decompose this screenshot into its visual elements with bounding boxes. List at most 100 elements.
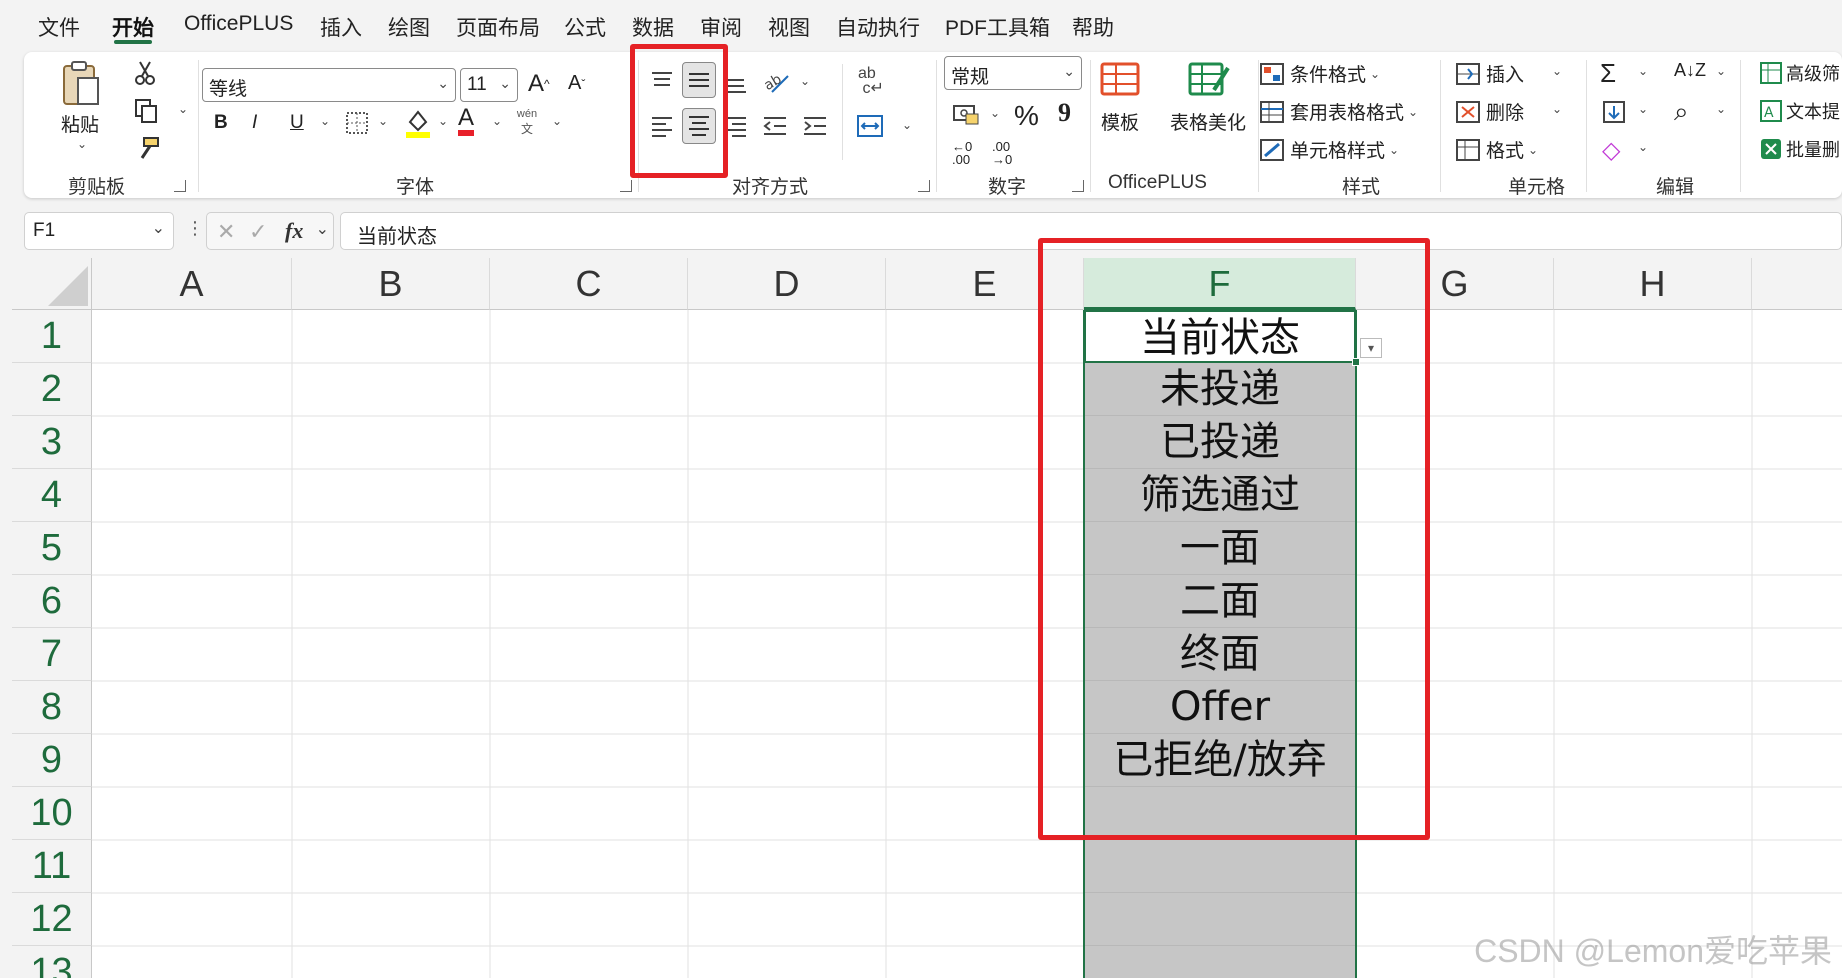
conditional-format-button[interactable]: 条件格式 ⌄: [1260, 60, 1380, 87]
tab-officeplus[interactable]: OfficePLUS: [184, 12, 293, 36]
advanced-filter-button[interactable]: 高级筛: [1760, 60, 1840, 86]
underline-button[interactable]: U: [290, 112, 304, 134]
copy-icon[interactable]: [134, 98, 160, 124]
bold-button[interactable]: B: [214, 112, 228, 134]
column-header-d[interactable]: D: [688, 258, 886, 310]
increase-decimal-button[interactable]: ←0 .00: [952, 140, 982, 166]
fill-color-icon[interactable]: [404, 106, 432, 140]
autosum-dropdown-icon[interactable]: ⌄: [1638, 64, 1648, 78]
font-name-select[interactable]: 等线 ⌄: [202, 68, 456, 102]
row-header-8[interactable]: 8: [12, 681, 92, 734]
insert-cells-button[interactable]: 插入: [1456, 60, 1524, 87]
format-painter-icon[interactable]: [134, 136, 160, 162]
row-header-4[interactable]: 4: [12, 469, 92, 522]
increase-indent-icon[interactable]: [802, 114, 828, 138]
format-cells-button[interactable]: 格式 ⌄: [1456, 136, 1538, 163]
accounting-format-icon[interactable]: [952, 102, 980, 126]
fill-color-dropdown-icon[interactable]: ⌄: [438, 114, 448, 128]
alignment-launcher-icon[interactable]: [918, 180, 930, 192]
border-icon[interactable]: [344, 110, 370, 136]
text-extract-button[interactable]: A 文本提: [1760, 98, 1840, 124]
row-header-6[interactable]: 6: [12, 575, 92, 628]
tab-pdf-toolbox[interactable]: PDF工具箱: [945, 12, 1050, 42]
row-header-13[interactable]: 13: [12, 946, 92, 978]
batch-delete-button[interactable]: 批量删: [1760, 136, 1840, 162]
tab-page-layout[interactable]: 页面布局: [456, 12, 540, 42]
tab-help[interactable]: 帮助: [1072, 12, 1114, 42]
cell-f13[interactable]: [1084, 946, 1356, 978]
number-launcher-icon[interactable]: [1072, 180, 1084, 192]
row-header-1[interactable]: 1: [12, 310, 92, 363]
row-header-12[interactable]: 12: [12, 893, 92, 946]
fill-down-icon[interactable]: [1602, 100, 1626, 124]
sort-filter-button[interactable]: A↓Z: [1674, 60, 1706, 81]
clear-button[interactable]: ◇: [1602, 136, 1620, 165]
row-header-7[interactable]: 7: [12, 628, 92, 681]
select-all-button[interactable]: [12, 258, 92, 310]
row-header-9[interactable]: 9: [12, 734, 92, 787]
column-header-c[interactable]: C: [490, 258, 688, 310]
decrease-indent-icon[interactable]: [762, 114, 788, 138]
clipboard-launcher-icon[interactable]: [174, 180, 186, 192]
comma-style-button[interactable]: 9: [1058, 98, 1071, 128]
row-header-10[interactable]: 10: [12, 787, 92, 840]
tab-draw[interactable]: 绘图: [388, 12, 430, 42]
insert-function-button[interactable]: fx: [285, 218, 303, 244]
shrink-font-button[interactable]: Aˇ: [568, 72, 585, 95]
orientation-dropdown-icon[interactable]: ⌄: [800, 74, 810, 88]
tab-formulas[interactable]: 公式: [564, 12, 606, 42]
paste-button[interactable]: 粘贴 ⌄: [52, 60, 108, 151]
column-header-b[interactable]: B: [292, 258, 490, 310]
border-dropdown-icon[interactable]: ⌄: [378, 114, 388, 128]
delete-dropdown-icon[interactable]: ⌄: [1552, 102, 1562, 116]
percent-button[interactable]: %: [1014, 100, 1039, 132]
merge-dropdown-icon[interactable]: ⌄: [902, 118, 912, 132]
wrap-text-button[interactable]: ab c↵: [858, 66, 884, 97]
row-header-5[interactable]: 5: [12, 522, 92, 575]
find-dropdown-icon[interactable]: ⌄: [1716, 102, 1726, 116]
phonetic-dropdown-icon[interactable]: ⌄: [552, 114, 562, 128]
tab-automate[interactable]: 自动执行: [836, 12, 920, 42]
cut-icon[interactable]: [134, 60, 156, 86]
orientation-icon[interactable]: ab: [762, 68, 790, 96]
cell-f11[interactable]: [1084, 840, 1356, 893]
copy-dropdown-icon[interactable]: ⌄: [178, 102, 188, 116]
autosum-button[interactable]: Σ: [1600, 58, 1616, 89]
insert-dropdown-icon[interactable]: ⌄: [1552, 64, 1562, 78]
sort-dropdown-icon[interactable]: ⌄: [1716, 64, 1726, 78]
table-beautify-button[interactable]: 表格美化: [1170, 60, 1246, 135]
tab-home[interactable]: 开始: [112, 12, 154, 42]
cell-f12[interactable]: [1084, 893, 1356, 946]
cell-styles-button[interactable]: 单元格样式 ⌄: [1260, 136, 1399, 163]
font-size-select[interactable]: 11 ⌄: [460, 68, 518, 102]
confirm-icon[interactable]: ✓: [249, 219, 267, 245]
format-as-table-button[interactable]: 套用表格格式 ⌄: [1260, 98, 1418, 125]
grow-font-button[interactable]: A ^: [528, 70, 550, 98]
clear-dropdown-icon[interactable]: ⌄: [1638, 140, 1648, 154]
phonetic-guide-button[interactable]: wén 文: [514, 108, 540, 137]
fill-dropdown-icon[interactable]: ⌄: [1638, 102, 1648, 116]
font-color-dropdown-icon[interactable]: ⌄: [492, 114, 502, 128]
merge-center-icon[interactable]: [856, 114, 884, 138]
accounting-dropdown-icon[interactable]: ⌄: [990, 106, 1000, 120]
tab-file[interactable]: 文件: [38, 12, 80, 42]
row-header-3[interactable]: 3: [12, 416, 92, 469]
tab-review[interactable]: 审阅: [700, 12, 742, 42]
italic-button[interactable]: I: [252, 112, 257, 134]
tab-data[interactable]: 数据: [632, 12, 674, 42]
underline-dropdown-icon[interactable]: ⌄: [320, 114, 330, 128]
more-options-icon[interactable]: ⋮: [186, 218, 204, 239]
template-button[interactable]: 模板: [1098, 60, 1142, 135]
tab-insert[interactable]: 插入: [320, 12, 362, 42]
cancel-icon[interactable]: ✕: [217, 219, 235, 245]
column-header-h[interactable]: H: [1554, 258, 1752, 310]
font-launcher-icon[interactable]: [620, 180, 632, 192]
row-header-11[interactable]: 11: [12, 840, 92, 893]
find-select-button[interactable]: ⌕: [1674, 96, 1689, 128]
tab-view[interactable]: 视图: [768, 12, 810, 42]
decrease-decimal-button[interactable]: .00 →0: [992, 140, 1022, 166]
delete-cells-button[interactable]: 删除: [1456, 98, 1524, 125]
font-color-button[interactable]: A: [458, 106, 475, 136]
number-format-select[interactable]: 常规 ⌄: [944, 56, 1082, 90]
name-box[interactable]: F1 ⌄: [24, 212, 174, 250]
